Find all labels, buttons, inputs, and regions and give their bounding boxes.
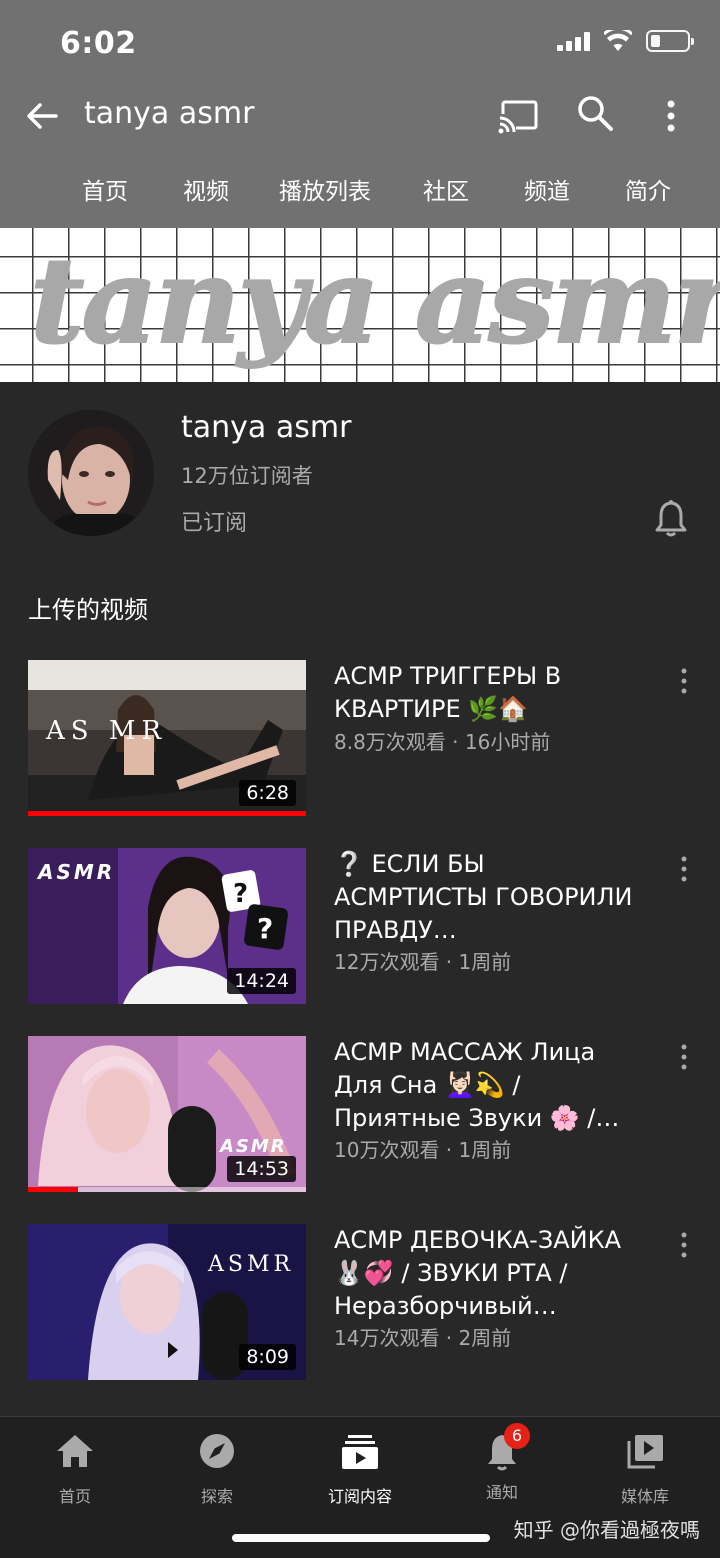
- nav-explore[interactable]: 探索: [167, 1429, 267, 1507]
- video-duration: 14:24: [227, 968, 296, 994]
- video-meta: 8.8万次观看 · 16小时前: [334, 730, 551, 754]
- nav-label: 订阅内容: [327, 1487, 392, 1506]
- more-vert-icon[interactable]: [676, 1230, 692, 1260]
- watch-progress-bar: [28, 811, 306, 816]
- notification-badge: 6: [504, 1423, 530, 1449]
- more-vert-icon[interactable]: [676, 854, 692, 884]
- video-title[interactable]: АСМР ТРИГГЕРЫ В КВАРТИРЕ 🌿🏠: [334, 660, 644, 726]
- tab-community[interactable]: 社区: [423, 172, 469, 206]
- video-title[interactable]: АСМР ДЕВОЧКА-ЗАЙКА 🐰💞 / ЗВУКИ РТА / Нера…: [334, 1224, 644, 1323]
- video-thumbnail[interactable]: AS MR 6:28: [28, 660, 306, 816]
- video-thumbnail[interactable]: ASMR 14:53: [28, 1036, 306, 1192]
- more-vert-icon[interactable]: [656, 94, 686, 138]
- uploads-section-title: 上传的视频: [28, 596, 148, 624]
- cast-icon[interactable]: [498, 96, 540, 136]
- tab-home[interactable]: 首页: [54, 172, 156, 232]
- nav-label: 媒体库: [620, 1487, 669, 1506]
- cellular-signal-icon: [557, 31, 590, 51]
- video-item[interactable]: ? ? ASMR 14:24 ❔ ЕСЛИ БЫ АСМРТИСТЫ ГОВОР…: [28, 848, 692, 1004]
- status-icons: [557, 30, 694, 52]
- nav-label: 首页: [58, 1487, 91, 1506]
- notification-bell-icon[interactable]: [652, 498, 690, 538]
- svg-text:?: ?: [257, 912, 273, 945]
- library-icon: [627, 1435, 663, 1469]
- search-icon[interactable]: [576, 94, 616, 136]
- more-vert-icon[interactable]: [676, 1042, 692, 1072]
- video-thumbnail[interactable]: ? ? ASMR 14:24: [28, 848, 306, 1004]
- thumbnail-text: AS MR: [46, 716, 168, 746]
- video-title[interactable]: АСМР МАССАЖ Лица Для Сна 💆🏻‍♀️💫 / Приятн…: [334, 1036, 644, 1135]
- channel-tabs: 首页 视频 播放列表 社区 频道 简介: [0, 162, 720, 232]
- video-meta: 14万次观看 · 2周前: [334, 1326, 512, 1350]
- top-header: 6:02 tanya asmr 首页 视频 播放列表 社区 频道 简介: [0, 0, 720, 232]
- wifi-icon: [604, 30, 632, 51]
- video-item[interactable]: AS MR 6:28 АСМР ТРИГГЕРЫ В КВАРТИРЕ 🌿🏠 8…: [28, 660, 692, 816]
- subscriber-count: 12万位订阅者: [181, 464, 313, 488]
- nav-notifications[interactable]: 6 通知: [452, 1423, 552, 1503]
- video-title[interactable]: ❔ ЕСЛИ БЫ АСМРТИСТЫ ГОВОРИЛИ ПРАВДУ…: [334, 848, 644, 947]
- nav-subscriptions[interactable]: 订阅内容: [310, 1429, 410, 1507]
- watch-progress-bar: [28, 1187, 78, 1192]
- video-meta: 10万次观看 · 1周前: [334, 1138, 512, 1162]
- channel-avatar[interactable]: [28, 410, 154, 536]
- channel-name: tanya asmr: [181, 410, 352, 445]
- video-duration: 14:53: [227, 1156, 296, 1182]
- nav-label: 探索: [200, 1487, 233, 1506]
- thumbnail-text: ASMR: [208, 1252, 295, 1277]
- tab-videos[interactable]: 视频: [183, 172, 229, 206]
- tab-playlists[interactable]: 播放列表: [279, 172, 371, 206]
- channel-banner: tanya asmr: [0, 228, 720, 382]
- app-bar: tanya asmr: [0, 88, 720, 144]
- thumbnail-text: ASMR: [220, 1136, 287, 1157]
- battery-icon: [646, 30, 694, 52]
- thumbnail-text: ASMR: [38, 860, 116, 884]
- banner-logo-text: tanya asmr: [29, 231, 720, 370]
- video-duration: 6:28: [239, 780, 296, 806]
- subscribed-button[interactable]: 已订阅: [181, 505, 247, 537]
- nav-home[interactable]: 首页: [25, 1429, 125, 1507]
- home-icon: [57, 1435, 93, 1467]
- watermark-text: 知乎 @你看過極夜嗎: [513, 1518, 700, 1542]
- tab-channels[interactable]: 频道: [524, 172, 570, 206]
- status-time: 6:02: [60, 26, 137, 61]
- compass-icon: [200, 1434, 234, 1468]
- nav-library[interactable]: 媒体库: [595, 1429, 695, 1507]
- subscriptions-icon: [342, 1435, 378, 1469]
- svg-text:?: ?: [233, 879, 248, 909]
- video-thumbnail[interactable]: ASMR 8:09: [28, 1224, 306, 1380]
- more-vert-icon[interactable]: [676, 666, 692, 696]
- nav-label: 通知: [485, 1483, 518, 1502]
- app-bar-title: tanya asmr: [84, 96, 255, 131]
- tab-about[interactable]: 简介: [625, 172, 671, 206]
- video-item[interactable]: ASMR 8:09 АСМР ДЕВОЧКА-ЗАЙКА 🐰💞 / ЗВУКИ …: [28, 1224, 692, 1380]
- video-item[interactable]: ASMR 14:53 АСМР МАССАЖ Лица Для Сна 💆🏻‍♀…: [28, 1036, 692, 1192]
- back-arrow-icon[interactable]: [24, 96, 60, 136]
- video-meta: 12万次观看 · 1周前: [334, 950, 512, 974]
- home-indicator[interactable]: [232, 1534, 490, 1542]
- video-duration: 8:09: [239, 1344, 296, 1370]
